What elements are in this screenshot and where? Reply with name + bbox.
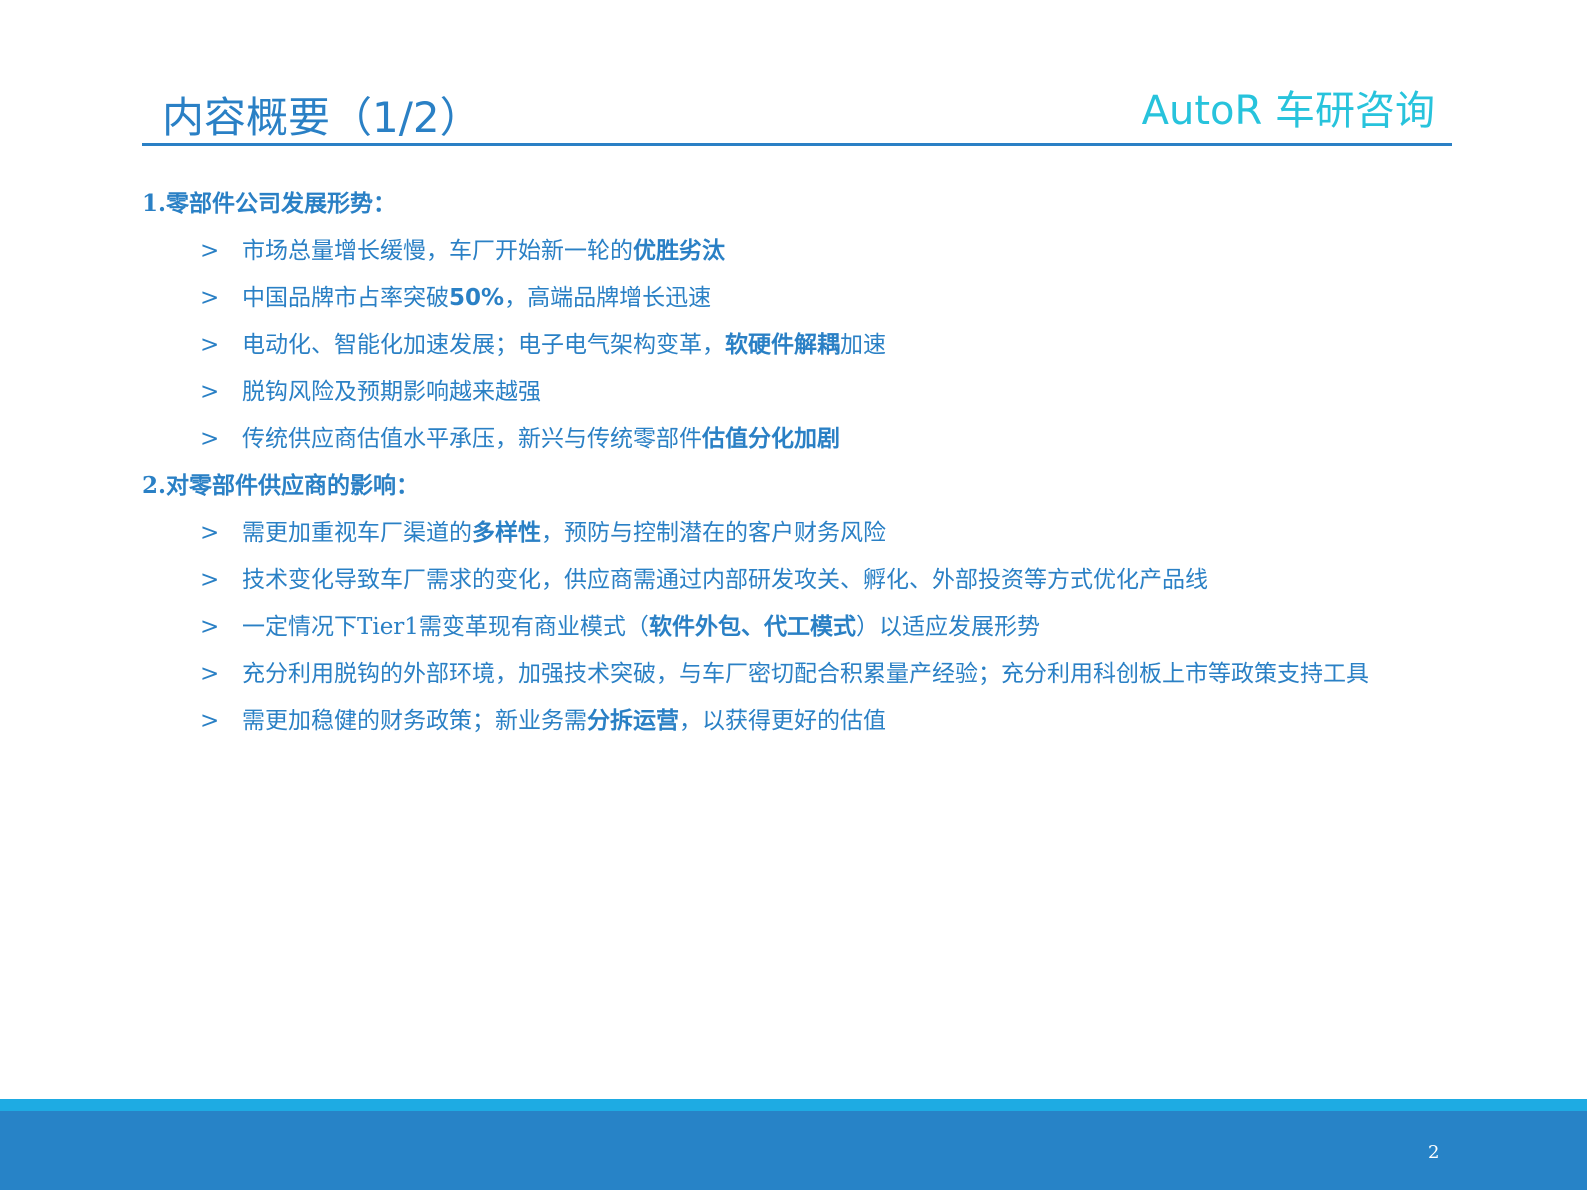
highlight-text: 优胜劣汰 [633,238,725,264]
bullet-text: 脱钩风险及预期影响越来越强 [242,379,541,405]
highlight-text: 估值分化加剧 [702,426,840,452]
bullet-item: > 需更加重视车厂渠道的多样性，预防与控制潜在的客户财务风险 [142,517,1422,549]
chevron-right-icon: > [200,567,220,593]
bullet-item: > 传统供应商估值水平承压，新兴与传统零部件估值分化加剧 [142,423,1422,455]
bullet-text: 需更加重视车厂渠道的 [242,520,472,546]
chevron-right-icon: > [200,379,220,405]
bullet-text: ，以获得更好的估值 [679,708,886,734]
content: 1.零部件公司发展形势： > 市场总量增长缓慢，车厂开始新一轮的优胜劣汰 > 中国品牌市… [142,188,1442,752]
bullet-text: 充分利用脱钩的外部环境，加强技术突破，与车厂密切配合积累量产经验；充分利用科创板… [242,661,1369,687]
bullet-item: > 需更加稳健的财务政策；新业务需分拆运营，以获得更好的估值 [142,705,1422,737]
bullet-item: > 脱钩风险及预期影响越来越强 [142,376,1422,408]
chevron-right-icon: > [200,520,220,546]
brand-logo: AutoR 车研咨询 [1141,88,1435,134]
bullet-text: ，预防与控制潜在的客户财务风险 [541,520,886,546]
chevron-right-icon: > [200,661,220,687]
footer-accent-bar [0,1099,1587,1111]
bullet-item: > 中国品牌市占率突破50%，高端品牌增长迅速 [142,282,1422,314]
chevron-right-icon: > [200,238,220,264]
bullet-item: > 市场总量增长缓慢，车厂开始新一轮的优胜劣汰 [142,235,1422,267]
chevron-right-icon: > [200,614,220,640]
bullet-text: ）以适应发展形势 [855,614,1040,640]
bullet-text: 传统供应商估值水平承压，新兴与传统零部件 [242,426,702,452]
bullet-item: > 充分利用脱钩的外部环境，加强技术突破，与车厂密切配合积累量产经验；充分利用科创… [142,658,1422,690]
chevron-right-icon: > [200,708,220,734]
highlight-text: 软件外包、代工模式 [648,614,856,640]
chevron-right-icon: > [200,426,220,452]
bullet-text: 电动化、智能化加速发展；电子电气架构变革， [242,332,725,358]
bullet-item: > 技术变化导致车厂需求的变化，供应商需通过内部研发攻关、孵化、外部投资等方式优化… [142,564,1422,596]
highlight-text: 多样性 [472,520,541,546]
page-number: 2 [1428,1142,1440,1163]
bullet-text: 技术变化导致车厂需求的变化，供应商需通过内部研发攻关、孵化、外部投资等方式优化产… [242,567,1208,593]
highlight-text: 分拆运营 [587,708,679,734]
bullet-text: 需更加稳健的财务政策；新业务需 [242,708,587,734]
chevron-right-icon: > [200,332,220,358]
section-heading: 2.对零部件供应商的影响： [142,472,420,499]
footer-bar [0,1111,1587,1190]
page-title: 内容概要（1/2） [162,93,482,142]
bullet-text: 中国品牌市占率突破 [242,285,449,311]
highlight-text: 50% [449,285,505,311]
bullet-item: > 电动化、智能化加速发展；电子电气架构变革，软硬件解耦加速 [142,329,1422,361]
bullet-text: 一定情况下Tier1需变革现有商业模式（ [242,614,649,640]
bullet-item: > 一定情况下Tier1需变革现有商业模式（软件外包、代工模式）以适应发展形势 [142,611,1422,643]
title-divider [142,143,1452,146]
bullet-text: ，高端品牌增长迅速 [504,285,712,311]
chevron-right-icon: > [200,285,220,311]
section-heading: 1.零部件公司发展形势： [142,190,397,217]
highlight-text: 软硬件解耦 [725,332,840,358]
bullet-text: 加速 [840,332,886,358]
bullet-text: 市场总量增长缓慢，车厂开始新一轮的 [242,238,633,264]
